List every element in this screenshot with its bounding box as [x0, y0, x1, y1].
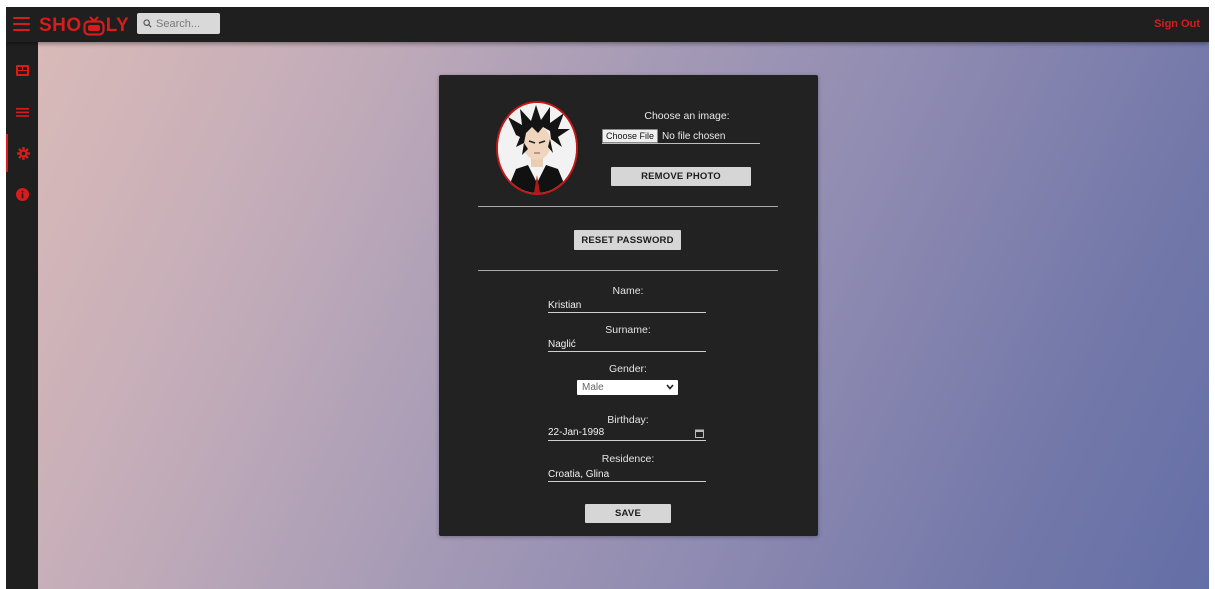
app-frame: SHO LY Sign Out: [6, 7, 1209, 589]
brand-logo[interactable]: SHO LY: [39, 15, 129, 37]
info-icon: [15, 187, 29, 201]
sidebar-item-info[interactable]: [6, 179, 38, 209]
choose-image-label: Choose an image:: [644, 110, 730, 122]
avatar-illustration: [498, 103, 576, 193]
reset-password-button[interactable]: RESET PASSWORD: [574, 230, 681, 250]
name-label: Name:: [612, 285, 644, 297]
birthday-value: 22-Jan-1998: [548, 427, 605, 438]
gender-label: Gender:: [609, 363, 647, 375]
search-box[interactable]: [137, 13, 220, 34]
search-input[interactable]: [152, 16, 220, 31]
sidebar-item-dashboard[interactable]: [6, 55, 38, 85]
birthday-input[interactable]: 22-Jan-1998: [548, 427, 706, 441]
save-button[interactable]: SAVE: [585, 504, 671, 523]
name-input[interactable]: [548, 299, 706, 313]
hamburger-menu-icon[interactable]: [13, 17, 30, 31]
sidebar-item-settings[interactable]: [6, 134, 38, 172]
search-icon: [143, 19, 152, 28]
top-bar: SHO LY Sign Out: [6, 7, 1209, 42]
file-input[interactable]: Choose File No file chosen: [602, 129, 760, 144]
dashboard-icon: [15, 64, 29, 76]
brand-text-start: SHO: [39, 15, 82, 36]
gender-selected-value: Male: [582, 382, 604, 393]
profile-avatar: [496, 101, 578, 195]
sidebar-item-list[interactable]: [6, 97, 38, 127]
calendar-icon[interactable]: [695, 429, 704, 438]
surname-label: Surname:: [605, 324, 651, 336]
divider-top: [478, 206, 778, 207]
settings-gear-icon: [16, 146, 30, 160]
surname-input[interactable]: [548, 338, 706, 352]
gender-select[interactable]: Male: [577, 380, 678, 395]
residence-label: Residence:: [601, 453, 655, 465]
choose-file-button[interactable]: Choose File: [602, 129, 659, 143]
remove-photo-button[interactable]: REMOVE PHOTO: [611, 167, 751, 186]
birthday-label: Birthday:: [607, 414, 649, 426]
list-icon: [15, 107, 29, 117]
chevron-down-icon: [666, 384, 674, 390]
sign-out-link[interactable]: Sign Out: [1154, 18, 1200, 30]
brand-text-end: LY: [105, 15, 130, 36]
file-status-text: No file chosen: [662, 130, 726, 142]
tv-icon: [83, 16, 105, 36]
sidebar: [6, 42, 38, 589]
divider-middle: [478, 270, 778, 271]
profile-card: Choose an image: Choose File No file cho…: [439, 75, 818, 536]
residence-input[interactable]: [548, 468, 706, 482]
